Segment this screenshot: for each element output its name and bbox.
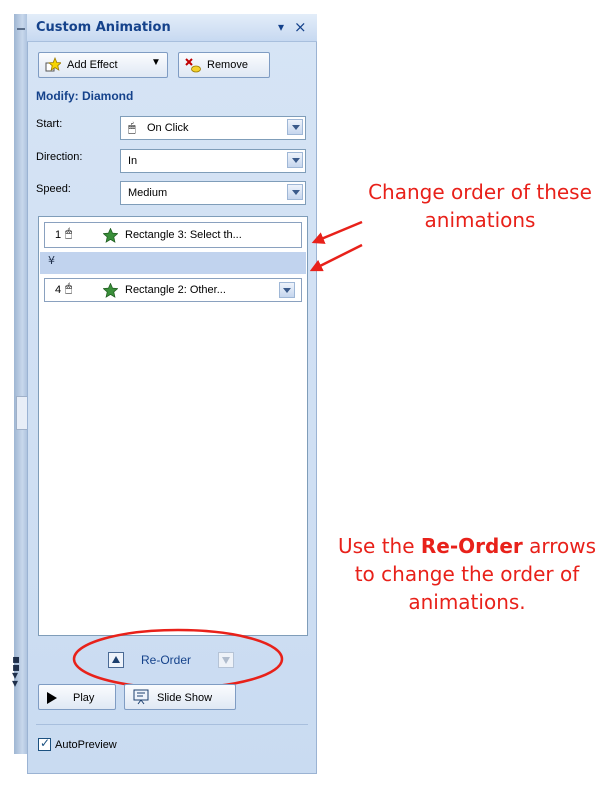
speed-label: Speed:	[36, 183, 71, 195]
slide-show-label: Slide Show	[157, 692, 213, 704]
speed-select[interactable]: Medium	[120, 181, 306, 205]
remove-label: Remove	[207, 59, 248, 71]
animation-item-label: Rectangle 2: Other...	[125, 284, 226, 296]
speed-dropdown-arrow[interactable]	[287, 184, 303, 200]
start-label: Start:	[36, 118, 63, 130]
direction-value: In	[128, 155, 138, 167]
splitter-grip	[17, 28, 25, 30]
slide-show-button[interactable]: Slide Show	[124, 684, 236, 710]
pane-close-button[interactable]: ×	[294, 18, 307, 36]
speed-value: Medium	[128, 187, 168, 199]
mouse-click-icon: 🖱	[65, 226, 73, 240]
slide-show-icon	[133, 689, 149, 705]
divider	[36, 724, 308, 725]
item-dropdown-arrow[interactable]	[279, 282, 295, 298]
note2-bold: Re-Order	[420, 534, 523, 558]
play-icon	[47, 692, 57, 704]
note2-before: Use the	[337, 534, 421, 558]
animation-order-number: 1	[55, 229, 62, 241]
pane-splitter[interactable]	[14, 14, 28, 754]
entrance-star-icon	[103, 283, 118, 298]
pane-menu-button[interactable]: ▾	[278, 20, 284, 34]
autopreview-checkbox[interactable]: ✓	[38, 736, 51, 751]
chevron-down-icon: ▼	[151, 57, 161, 68]
direction-select[interactable]: In	[120, 149, 306, 173]
annotation-change-order: Change order of these animations	[368, 180, 592, 232]
splitter-arrows[interactable]: ▪ ▪ ▾ ▾	[12, 653, 20, 689]
add-effect-button[interactable]: Add Effect ▼	[38, 52, 168, 78]
modify-heading: Modify: Diamond	[36, 89, 134, 103]
entrance-star-icon	[103, 228, 118, 243]
start-value: On Click	[147, 122, 189, 134]
move-down-button[interactable]	[218, 652, 234, 668]
add-effect-star-icon	[45, 57, 61, 72]
direction-label: Direction:	[36, 151, 83, 163]
reorder-label: Re-Order	[141, 653, 192, 667]
start-select[interactable]: 🖱 On Click	[120, 116, 306, 140]
animation-group-band[interactable]: ¥	[40, 252, 306, 274]
move-up-button[interactable]	[108, 652, 124, 668]
direction-dropdown-arrow[interactable]	[287, 152, 303, 168]
animation-order-number: 4	[55, 284, 62, 296]
expand-chevron-icon[interactable]: ¥	[48, 254, 55, 267]
play-button[interactable]: Play	[38, 684, 116, 710]
animation-list-item[interactable]: 4 🖱 Rectangle 2: Other...	[44, 278, 302, 302]
autopreview-label: AutoPreview	[55, 739, 117, 751]
mouse-click-icon: 🖱	[65, 281, 73, 295]
pane-title: Custom Animation	[36, 20, 171, 35]
add-effect-label: Add Effect	[67, 59, 118, 71]
animation-list-item[interactable]: 1 🖱 Rectangle 3: Select th...	[44, 222, 302, 248]
checkmark-icon: ✓	[40, 736, 51, 750]
remove-button[interactable]: Remove	[178, 52, 270, 78]
annotation-reorder-instructions: Use the Re-Order arrows to change the or…	[332, 532, 602, 616]
remove-effect-icon	[185, 58, 201, 73]
start-dropdown-arrow[interactable]	[287, 119, 303, 135]
mouse-click-icon: 🖱	[128, 120, 136, 135]
animation-item-label: Rectangle 3: Select th...	[125, 229, 242, 241]
play-label: Play	[73, 692, 95, 704]
